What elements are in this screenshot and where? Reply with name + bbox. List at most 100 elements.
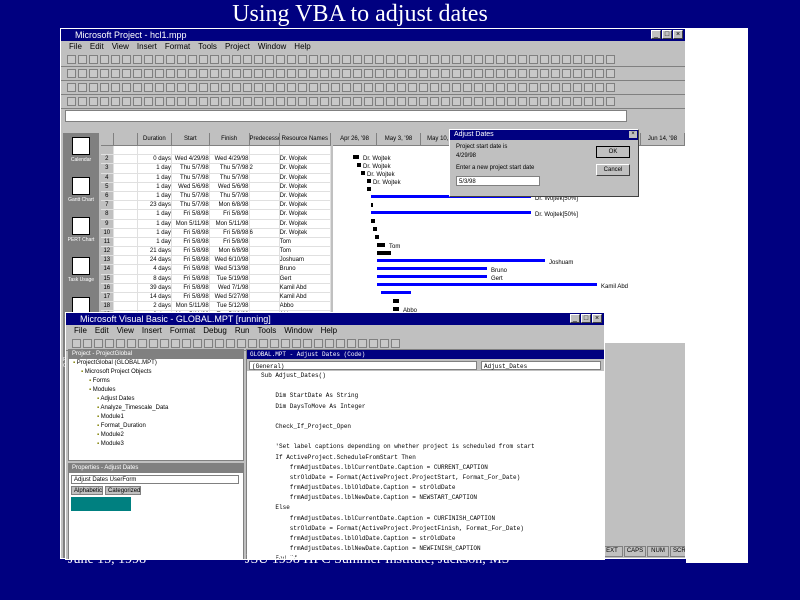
row-predecessors[interactable] — [250, 283, 280, 292]
toolbar-button-icon[interactable] — [276, 69, 285, 78]
toolbar-button-icon[interactable] — [380, 339, 389, 348]
toolbar-button-icon[interactable] — [309, 97, 318, 106]
row-finish[interactable]: Thu 5/7/98 — [210, 164, 250, 173]
toolbar-button-icon[interactable] — [243, 55, 252, 64]
toolbar-button-icon[interactable] — [298, 97, 307, 106]
toolbar-button-icon[interactable] — [188, 97, 197, 106]
row-predecessors[interactable] — [250, 265, 280, 274]
toolbar-button-icon[interactable] — [182, 339, 191, 348]
toolbar-button-icon[interactable] — [496, 55, 505, 64]
row-resources[interactable]: Tom — [280, 237, 332, 247]
toolbar-button-icon[interactable] — [254, 69, 263, 78]
row-predecessors[interactable] — [250, 146, 280, 155]
row-start[interactable]: Thu 5/7/98 — [172, 173, 210, 182]
toolbar-button-icon[interactable] — [595, 83, 604, 92]
row-duration[interactable]: 14 days — [138, 293, 172, 302]
toolbar-button-icon[interactable] — [210, 83, 219, 92]
toolbar-button-icon[interactable] — [221, 69, 230, 78]
vba-menu-item-debug[interactable]: Debug — [203, 325, 227, 337]
row-resources[interactable]: Bruno — [280, 265, 332, 274]
toolbar-button-icon[interactable] — [474, 55, 483, 64]
row-start[interactable] — [172, 146, 210, 155]
toolbar-button-icon[interactable] — [606, 55, 615, 64]
toolbar-button-icon[interactable] — [562, 83, 571, 92]
row-duration[interactable]: 1 day — [138, 191, 172, 201]
toolbar-button-icon[interactable] — [221, 83, 230, 92]
toolbar-button-icon[interactable] — [584, 55, 593, 64]
toolbar-button-icon[interactable] — [397, 69, 406, 78]
toolbar-button-icon[interactable] — [518, 97, 527, 106]
toolbar-button-icon[interactable] — [309, 83, 318, 92]
view-pert-chart[interactable]: PERT Chart — [63, 213, 99, 253]
table-row[interactable]: 10 1 day Fri 5/8/98 Fri 5/8/98 6 Dr. Wojtek — [101, 228, 332, 238]
toolbar-button-icon[interactable] — [320, 83, 329, 92]
toolbar-button-icon[interactable] — [276, 83, 285, 92]
toolbar-button-icon[interactable] — [364, 55, 373, 64]
row-predecessors[interactable] — [250, 182, 280, 191]
view-calendar[interactable]: Calendar — [63, 133, 99, 173]
toolbar-button-icon[interactable] — [595, 69, 604, 78]
row-finish[interactable]: Tue 5/12/98 — [210, 302, 250, 311]
toolbar-button-icon[interactable] — [573, 97, 582, 106]
table-row[interactable]: 41 day Thu 5/7/98 Thu 5/7/98 Dr. Wojtek — [101, 173, 332, 183]
row-duration[interactable]: 8 days — [138, 274, 172, 283]
row-start[interactable]: Mon 5/11/98 — [172, 219, 210, 228]
menu-item-insert[interactable]: Insert — [137, 41, 157, 53]
vba-menu-item-file[interactable]: File — [74, 325, 87, 337]
row-finish[interactable]: Fri 5/8/98 — [210, 228, 250, 237]
row-predecessors[interactable] — [250, 247, 280, 256]
toolbar-button-icon[interactable] — [562, 69, 571, 78]
row-predecessors[interactable] — [250, 237, 280, 247]
toolbar-button-icon[interactable] — [100, 83, 109, 92]
toolbar-button-icon[interactable] — [226, 339, 235, 348]
row-duration[interactable]: 21 days — [138, 247, 172, 256]
row-finish[interactable]: Thu 5/7/98 — [210, 173, 250, 182]
toolbar-button-icon[interactable] — [320, 97, 329, 106]
toolbar-button-icon[interactable] — [221, 97, 230, 106]
gantt-bar[interactable] — [377, 251, 391, 255]
toolbar-button-icon[interactable] — [199, 97, 208, 106]
row-resources[interactable]: Dr. Wojtek — [280, 164, 332, 173]
toolbar-button-icon[interactable] — [441, 83, 450, 92]
toolbar-button-icon[interactable] — [265, 69, 274, 78]
gantt-bar[interactable] — [371, 219, 375, 223]
new-date-input[interactable]: 5/3/98 — [456, 176, 540, 186]
code-line[interactable]: strOldDate = Format(ActiveProject.Projec… — [247, 524, 604, 534]
toolbar-button-icon[interactable] — [496, 69, 505, 78]
vba-menu-item-run[interactable]: Run — [235, 325, 250, 337]
toolbar-button-icon[interactable] — [540, 69, 549, 78]
toolbar-button-icon[interactable] — [595, 55, 604, 64]
toolbar-button-icon[interactable] — [210, 55, 219, 64]
toolbar-button-icon[interactable] — [573, 69, 582, 78]
toolbar-button-icon[interactable] — [353, 55, 362, 64]
tree-item[interactable]: ▪ Module3 — [69, 440, 243, 449]
toolbar-button-icon[interactable] — [78, 97, 87, 106]
row-finish[interactable]: Fri 5/8/98 — [210, 237, 250, 247]
row-finish[interactable]: Mon 6/8/98 — [210, 201, 250, 210]
row-duration[interactable]: 1 day — [138, 182, 172, 191]
row-predecessors[interactable]: 6 — [250, 228, 280, 237]
row-predecessors[interactable]: 2 — [250, 164, 280, 173]
row-duration[interactable]: 24 days — [138, 256, 172, 265]
toolbar-button-icon[interactable] — [463, 55, 472, 64]
tree-item[interactable]: ▪ Forms — [69, 377, 243, 386]
row-predecessors[interactable] — [250, 201, 280, 210]
toolbar-button-icon[interactable] — [562, 55, 571, 64]
row-duration[interactable]: 0 days — [138, 155, 172, 164]
gantt-bar[interactable] — [357, 163, 361, 167]
toolbar-button-icon[interactable] — [485, 97, 494, 106]
gantt-bar[interactable] — [377, 259, 545, 262]
table-row[interactable]: 20 days Wed 4/29/98 Wed 4/29/98 Dr. Wojtek — [101, 155, 332, 165]
code-line[interactable]: Check_If_Project_Open — [247, 422, 604, 432]
code-line[interactable]: Sub Adjust_Dates() — [247, 371, 604, 381]
gantt-bar[interactable] — [377, 243, 385, 247]
row-finish[interactable]: Tue 5/19/98 — [210, 274, 250, 283]
toolbar-button-icon[interactable] — [463, 69, 472, 78]
toolbar-button-icon[interactable] — [215, 339, 224, 348]
tree-item[interactable]: ▪ Adjust Dates — [69, 395, 243, 404]
view-gantt-chart[interactable]: Gantt Chart — [63, 173, 99, 213]
row-start[interactable]: Mon 5/11/98 — [172, 302, 210, 311]
row-resources[interactable]: Gert — [280, 274, 332, 283]
maximize-icon[interactable]: □ — [662, 30, 672, 39]
row-resources[interactable]: Abbo — [280, 302, 332, 311]
